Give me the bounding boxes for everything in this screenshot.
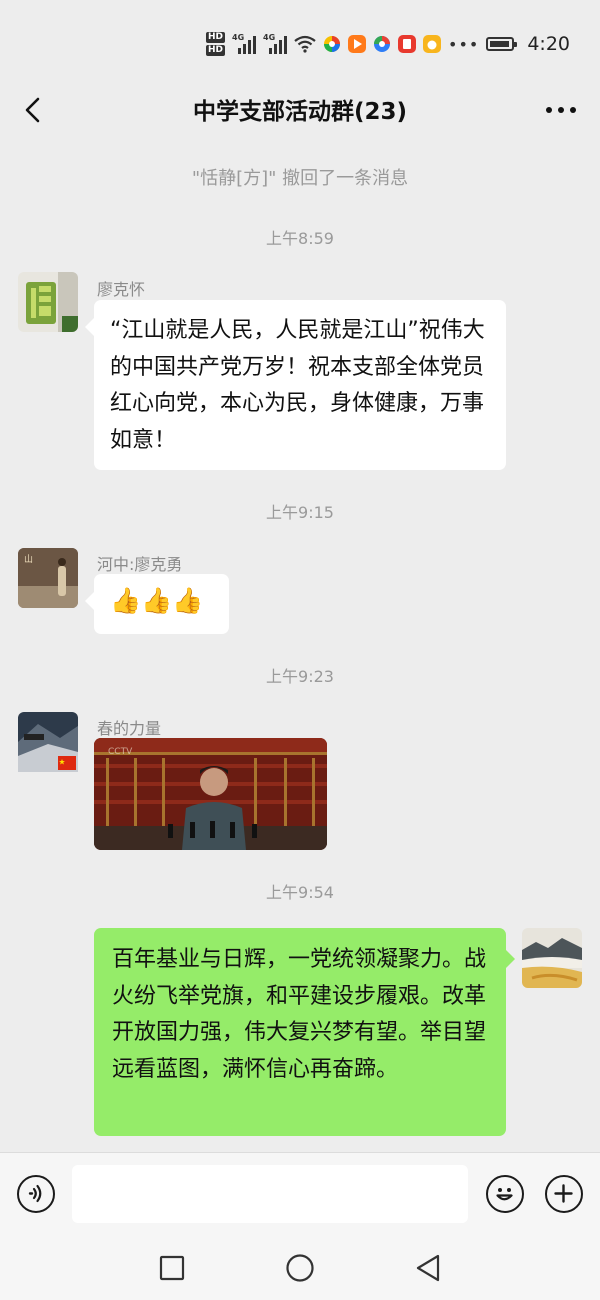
- more-icon[interactable]: [542, 100, 576, 120]
- sender-name: 廖克怀: [97, 280, 146, 299]
- recent-apps-icon[interactable]: [159, 1255, 185, 1281]
- system-navigation-bar: [0, 1234, 600, 1300]
- app-icon: [374, 36, 391, 52]
- svg-text:山: 山: [24, 554, 33, 565]
- app-icon: [324, 36, 341, 52]
- chat-header: 中学支部活动群(23): [0, 80, 600, 140]
- flag-icon: [58, 756, 76, 770]
- voice-icon[interactable]: [17, 1175, 55, 1213]
- hd-indicator: HD HD: [206, 32, 226, 56]
- emoji-icon[interactable]: [486, 1175, 524, 1213]
- signal-icon: 4G: [232, 34, 257, 54]
- timestamp: 上午9:15: [266, 503, 334, 522]
- signal-icon: 4G: [263, 34, 288, 54]
- back-nav-icon[interactable]: [414, 1253, 442, 1283]
- page-title: 中学支部活动群(23): [192, 99, 408, 125]
- yellow-app-icon: [423, 35, 442, 53]
- timestamp: 上午8:59: [266, 229, 334, 248]
- recall-notice: "恬静[方]" 撤回了一条消息: [191, 168, 409, 189]
- message-bubble[interactable]: 👍👍👍: [85, 574, 229, 634]
- input-bar: [0, 1152, 600, 1235]
- thumbs-up-emoji: 👍👍👍: [110, 586, 204, 615]
- avatar[interactable]: [18, 272, 78, 332]
- message-input[interactable]: [72, 1165, 468, 1223]
- sender-name: 春的力量: [97, 719, 162, 738]
- timestamp: 上午9:54: [266, 883, 334, 902]
- message-bubble[interactable]: “江山就是人民，人民就是江山”祝伟大的中国共产党万岁！祝本支部全体党员红心向党，…: [85, 300, 506, 470]
- message-bubble[interactable]: 百年基业与日辉，一党统领凝聚力。战火纷飞举党旗，和平建设步履艰。改革开放国力强，…: [94, 928, 515, 1136]
- wifi-icon: [294, 35, 316, 53]
- svg-text:CCTV: CCTV: [108, 747, 133, 757]
- status-bar: HD HD 4G 4G ••• 4:20: [0, 0, 600, 80]
- timestamp: 上午9:23: [266, 667, 334, 686]
- video-app-icon: [348, 35, 367, 53]
- home-icon[interactable]: [285, 1253, 315, 1283]
- more-dots: •••: [448, 34, 480, 54]
- message-text: 百年基业与日辉，一党统领凝聚力。战火纷飞举党旗，和平建设步履艰。改革开放国力强，…: [112, 947, 487, 1082]
- image-message[interactable]: CCTV: [94, 738, 327, 850]
- avatar[interactable]: [522, 928, 582, 988]
- clock: 4:20: [527, 33, 570, 55]
- message-text: “江山就是人民，人民就是江山”祝伟大的中国共产党万岁！祝本支部全体党员红心向党，…: [110, 318, 485, 453]
- photo: CCTV: [94, 738, 327, 850]
- battery-icon: [486, 37, 518, 51]
- red-app-icon: [398, 35, 417, 53]
- avatar[interactable]: 山: [18, 548, 78, 608]
- avatar[interactable]: [18, 712, 78, 772]
- plus-icon[interactable]: [545, 1175, 583, 1213]
- sender-name: 河中:廖克勇: [97, 555, 183, 574]
